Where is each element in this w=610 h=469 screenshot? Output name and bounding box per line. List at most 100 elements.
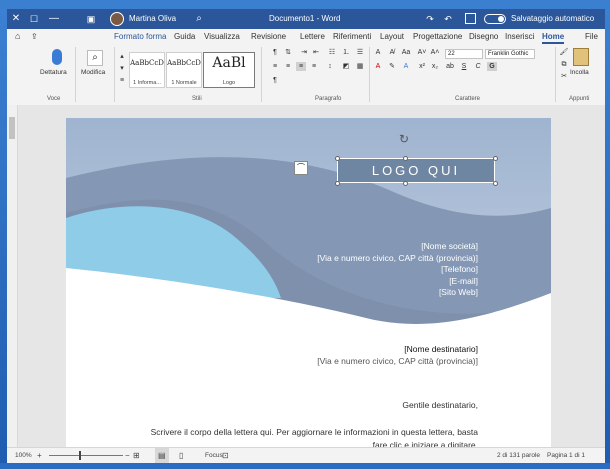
superscript-icon[interactable]: x² <box>417 62 427 71</box>
resize-handle[interactable] <box>335 156 340 161</box>
focus-icon[interactable]: ⊡ <box>222 448 229 463</box>
outdent-icon[interactable]: ⇤ <box>311 48 321 57</box>
zoom-level[interactable]: 100% <box>15 448 32 463</box>
resize-handle[interactable] <box>493 181 498 186</box>
zoom-slider-thumb[interactable] <box>79 451 81 460</box>
shading-icon[interactable]: ◩ <box>341 62 351 71</box>
paste-icon[interactable] <box>573 48 589 66</box>
print-layout-icon[interactable]: ▤ <box>155 448 169 463</box>
styles-scroll-down-icon[interactable]: ▾ <box>117 64 127 73</box>
sort-icon[interactable]: ⇅ <box>283 48 293 57</box>
redo-icon[interactable]: ↷ <box>424 9 436 29</box>
grow-font-icon[interactable]: A˄ <box>430 48 440 57</box>
body-line[interactable]: Scrivere il corpo della lettera qui. Per… <box>151 427 478 437</box>
focus-button[interactable]: Focus <box>205 448 223 463</box>
tab-riferimenti[interactable]: Riferimenti <box>333 29 371 44</box>
logo-placeholder[interactable]: LOGO QUI <box>337 158 495 183</box>
strikethrough-icon[interactable]: ab <box>445 62 455 71</box>
tab-file[interactable]: File <box>585 29 598 44</box>
line-spacing-icon[interactable]: ↕ <box>325 62 335 71</box>
restore-button[interactable]: — <box>47 9 61 29</box>
undo-icon[interactable]: ↶ <box>442 9 454 29</box>
web-layout-icon[interactable]: ⊞ <box>133 448 140 463</box>
subscript-icon[interactable]: x₂ <box>430 62 440 71</box>
read-mode-icon[interactable]: ▯ <box>179 448 183 463</box>
clear-formatting-icon[interactable]: A̸ <box>387 48 397 57</box>
align-left-icon[interactable]: ≡ <box>309 62 319 71</box>
change-case-icon[interactable]: Aa <box>401 48 411 57</box>
highlight-icon[interactable]: ✎ <box>387 62 397 71</box>
style-item-selected[interactable]: AaBl Logo <box>203 52 255 88</box>
styles-scroll-up-icon[interactable]: ▴ <box>117 52 127 61</box>
dictate-label[interactable]: Dettatura <box>40 69 67 76</box>
rtl-icon[interactable]: ¶ <box>270 76 280 85</box>
font-name-select[interactable]: Franklin Gothic <box>485 49 535 59</box>
tab-guida[interactable]: Guida <box>174 29 195 44</box>
ribbon-display-icon[interactable]: ▣ <box>85 9 97 29</box>
align-right-icon[interactable]: ≡ <box>283 62 293 71</box>
multilevel-list-icon[interactable]: ☷ <box>327 48 337 57</box>
close-button[interactable]: ✕ <box>9 9 23 29</box>
copy-icon[interactable]: ⧉ <box>559 60 569 69</box>
font-color-icon[interactable]: A <box>373 62 383 71</box>
resize-handle[interactable] <box>335 181 340 186</box>
save-icon[interactable] <box>465 13 476 24</box>
cut-icon[interactable]: ✂ <box>559 72 569 81</box>
company-name[interactable]: [Nome società] <box>317 241 478 253</box>
resize-handle[interactable] <box>403 156 408 161</box>
tab-inserisci[interactable]: Inserisci <box>505 29 534 44</box>
company-address[interactable]: [Via e numero civico, CAP città (provinc… <box>317 253 478 265</box>
tab-home[interactable]: Home <box>542 29 565 44</box>
style-item[interactable]: AaBbCcD 1 Normale <box>166 52 202 88</box>
format-painter-icon[interactable]: 🖌 <box>559 48 569 57</box>
layout-options-icon[interactable]: ⌒ <box>294 161 308 175</box>
tab-disegno[interactable]: Disegno <box>469 29 498 44</box>
italic-icon[interactable]: C <box>473 62 483 71</box>
editing-label[interactable]: Modifica <box>81 69 105 76</box>
zoom-out-icon[interactable]: − <box>125 448 130 463</box>
tab-layout[interactable]: Layout <box>380 29 404 44</box>
tab-progettazione[interactable]: Progettazione <box>413 29 462 44</box>
tab-revisione[interactable]: Revisione <box>251 29 286 44</box>
rotate-handle-icon[interactable]: ↻ <box>399 132 409 146</box>
find-icon[interactable]: ⌕ <box>87 50 103 66</box>
style-item[interactable]: AaBbCcD 1 Informa... <box>129 52 165 88</box>
tab-lettere[interactable]: Lettere <box>300 29 325 44</box>
styles-more-icon[interactable]: ≡ <box>117 76 127 85</box>
text-effects-icon[interactable]: A <box>401 62 411 71</box>
recipient-address[interactable]: [Via e numero civico, CAP città (provinc… <box>317 355 478 367</box>
tab-visualizza[interactable]: Visualizza <box>204 29 240 44</box>
align-center-icon[interactable]: ≡ <box>296 62 306 71</box>
underline-icon[interactable]: S <box>459 62 469 71</box>
greeting[interactable]: Gentile destinatario, <box>402 400 478 410</box>
numbered-list-icon[interactable]: ⒈ <box>341 48 351 57</box>
show-marks-icon[interactable]: ¶ <box>270 48 280 57</box>
indent-icon[interactable]: ⇥ <box>299 48 309 57</box>
zoom-in-icon[interactable]: + <box>37 448 42 463</box>
document-page[interactable]: LOGO QUI ↻ ⌒ [Nome società] [Via e numer… <box>66 118 551 458</box>
tab-formato-forma[interactable]: Formato forma <box>114 29 166 44</box>
justify-icon[interactable]: ≡ <box>270 62 280 71</box>
resize-handle[interactable] <box>403 181 408 186</box>
minimize-button[interactable]: ☐ <box>27 9 41 29</box>
bold-icon[interactable]: G <box>487 62 497 71</box>
user-name[interactable]: Martina Oliva <box>129 9 176 29</box>
resize-handle[interactable] <box>493 156 498 161</box>
company-phone[interactable]: [Telefono] <box>317 264 478 276</box>
page-count[interactable]: Pagina 1 di 1 <box>547 448 585 463</box>
zoom-slider[interactable] <box>49 455 123 456</box>
search-icon[interactable]: ⌕ <box>193 9 205 29</box>
comments-icon[interactable]: ⌂ <box>15 29 20 44</box>
font-size-select[interactable]: 22 <box>445 49 483 59</box>
company-website[interactable]: [Sito Web] <box>317 287 478 299</box>
avatar[interactable] <box>110 12 124 26</box>
microphone-icon[interactable] <box>52 49 62 65</box>
scrollbar-thumb[interactable] <box>9 117 15 139</box>
share-icon[interactable]: ⇪ <box>31 29 38 44</box>
bullet-list-icon[interactable]: ☰ <box>355 48 365 57</box>
company-email[interactable]: [E-mail] <box>317 276 478 288</box>
autosave-toggle[interactable] <box>484 14 506 24</box>
paste-label[interactable]: Incolla <box>570 69 589 76</box>
word-count[interactable]: 2 di 131 parole <box>497 448 540 463</box>
vertical-scrollbar[interactable] <box>7 105 18 447</box>
